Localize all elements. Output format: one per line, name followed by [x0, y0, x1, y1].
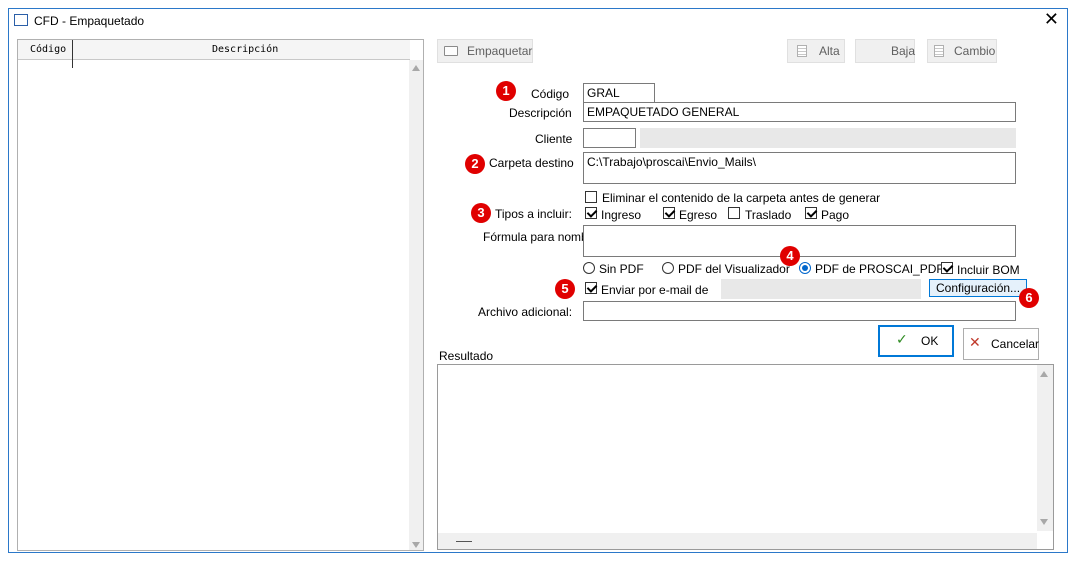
cancelar-button[interactable]: ✕ Cancelar [963, 328, 1039, 360]
ingreso-checkbox[interactable] [585, 207, 597, 219]
scroll-thumb[interactable] [456, 541, 472, 542]
document-icon [934, 45, 944, 57]
formula-nombre-label: Fórmula para nombre [483, 230, 599, 244]
records-grid[interactable]: Código Descripción [17, 39, 424, 551]
column-header-codigo[interactable]: Código [30, 44, 66, 55]
codigo-field[interactable]: GRAL [583, 83, 655, 103]
scroll-up-icon[interactable] [1040, 371, 1048, 377]
annotation-badge-3: 3 [471, 203, 491, 223]
baja-label: Baja [891, 44, 916, 58]
incluir-bom-checkbox[interactable] [941, 262, 953, 274]
column-header-descripcion[interactable]: Descripción [212, 44, 278, 55]
pago-label: Pago [821, 208, 850, 222]
alta-label: Alta [819, 44, 840, 58]
dialog-window: CFD - Empaquetado ✕ Código Descripción E… [8, 8, 1068, 553]
resultado-textarea[interactable] [437, 364, 1054, 550]
incluir-bom-label: Incluir BOM [957, 263, 1020, 277]
pdf-visualizador-radio[interactable] [662, 262, 674, 274]
ok-button[interactable]: ✓ OK [878, 325, 954, 357]
ok-label: OK [921, 334, 939, 348]
annotation-badge-5: 5 [555, 279, 575, 299]
column-separator[interactable] [72, 40, 73, 68]
archivo-adicional-field[interactable] [583, 301, 1016, 321]
annotation-badge-1: 1 [496, 81, 516, 101]
grid-vertical-scrollbar[interactable] [409, 60, 423, 550]
folder-icon [444, 46, 458, 56]
carpeta-destino-label: Carpeta destino [489, 156, 574, 170]
cambio-button[interactable]: Cambio [927, 39, 997, 63]
cancel-x-icon: ✕ [969, 335, 981, 351]
close-icon[interactable]: ✕ [1044, 9, 1059, 30]
pdf-proscai-label: PDF de PROSCAI_PDF [815, 262, 944, 276]
traslado-checkbox[interactable] [728, 207, 740, 219]
carpeta-destino-field[interactable]: C:\Trabajo\proscai\Envio_Mails\ [583, 152, 1016, 184]
scroll-up-icon[interactable] [412, 65, 420, 71]
tipos-incluir-label: Tipos a incluir: [495, 207, 572, 221]
archivo-adicional-label: Archivo adicional: [478, 305, 573, 319]
traslado-label: Traslado [745, 208, 792, 222]
cliente-name-field [640, 128, 1016, 148]
codigo-label: Código [531, 87, 570, 101]
empaquetar-button[interactable]: Empaquetar [437, 39, 533, 63]
resultado-label: Resultado [439, 349, 494, 363]
cliente-field[interactable] [583, 128, 636, 148]
document-icon [797, 45, 807, 57]
alta-button[interactable]: Alta [787, 39, 845, 63]
email-account-field [721, 279, 921, 299]
check-icon: ✓ [896, 332, 908, 348]
title-bar: CFD - Empaquetado ✕ [9, 9, 1067, 33]
scroll-down-icon[interactable] [412, 542, 420, 548]
cancelar-label: Cancelar [991, 337, 1040, 351]
sin-pdf-label: Sin PDF [599, 262, 644, 276]
resultado-vertical-scrollbar[interactable] [1037, 365, 1053, 531]
ingreso-label: Ingreso [601, 208, 642, 222]
enviar-email-checkbox[interactable] [585, 282, 597, 294]
egreso-label: Egreso [679, 208, 718, 222]
annotation-badge-6: 6 [1019, 288, 1039, 308]
pdf-proscai-radio[interactable] [799, 262, 811, 274]
pago-checkbox[interactable] [805, 207, 817, 219]
descripcion-field[interactable]: EMPAQUETADO GENERAL [583, 102, 1016, 122]
eliminar-label: Eliminar el contenido de la carpeta ante… [602, 191, 881, 205]
scroll-down-icon[interactable] [1040, 519, 1048, 525]
empaquetar-label: Empaquetar [467, 44, 533, 58]
cambio-label: Cambio [954, 44, 996, 58]
configuracion-button[interactable]: Configuración... [929, 279, 1028, 297]
window-title: CFD - Empaquetado [34, 14, 145, 28]
cliente-label: Cliente [535, 132, 573, 146]
window-icon [14, 14, 28, 26]
pdf-visualizador-label: PDF del Visualizador [678, 262, 790, 276]
annotation-badge-4: 4 [780, 246, 800, 266]
grid-header: Código Descripción [18, 40, 410, 68]
sin-pdf-radio[interactable] [583, 262, 595, 274]
baja-button[interactable]: Baja [855, 39, 915, 63]
egreso-checkbox[interactable] [663, 207, 675, 219]
descripcion-label: Descripción [509, 106, 572, 120]
resultado-horizontal-scrollbar[interactable] [438, 533, 1037, 549]
eliminar-checkbox[interactable] [585, 191, 597, 203]
enviar-email-label: Enviar por e-mail de [601, 283, 709, 297]
annotation-badge-2: 2 [465, 154, 485, 174]
